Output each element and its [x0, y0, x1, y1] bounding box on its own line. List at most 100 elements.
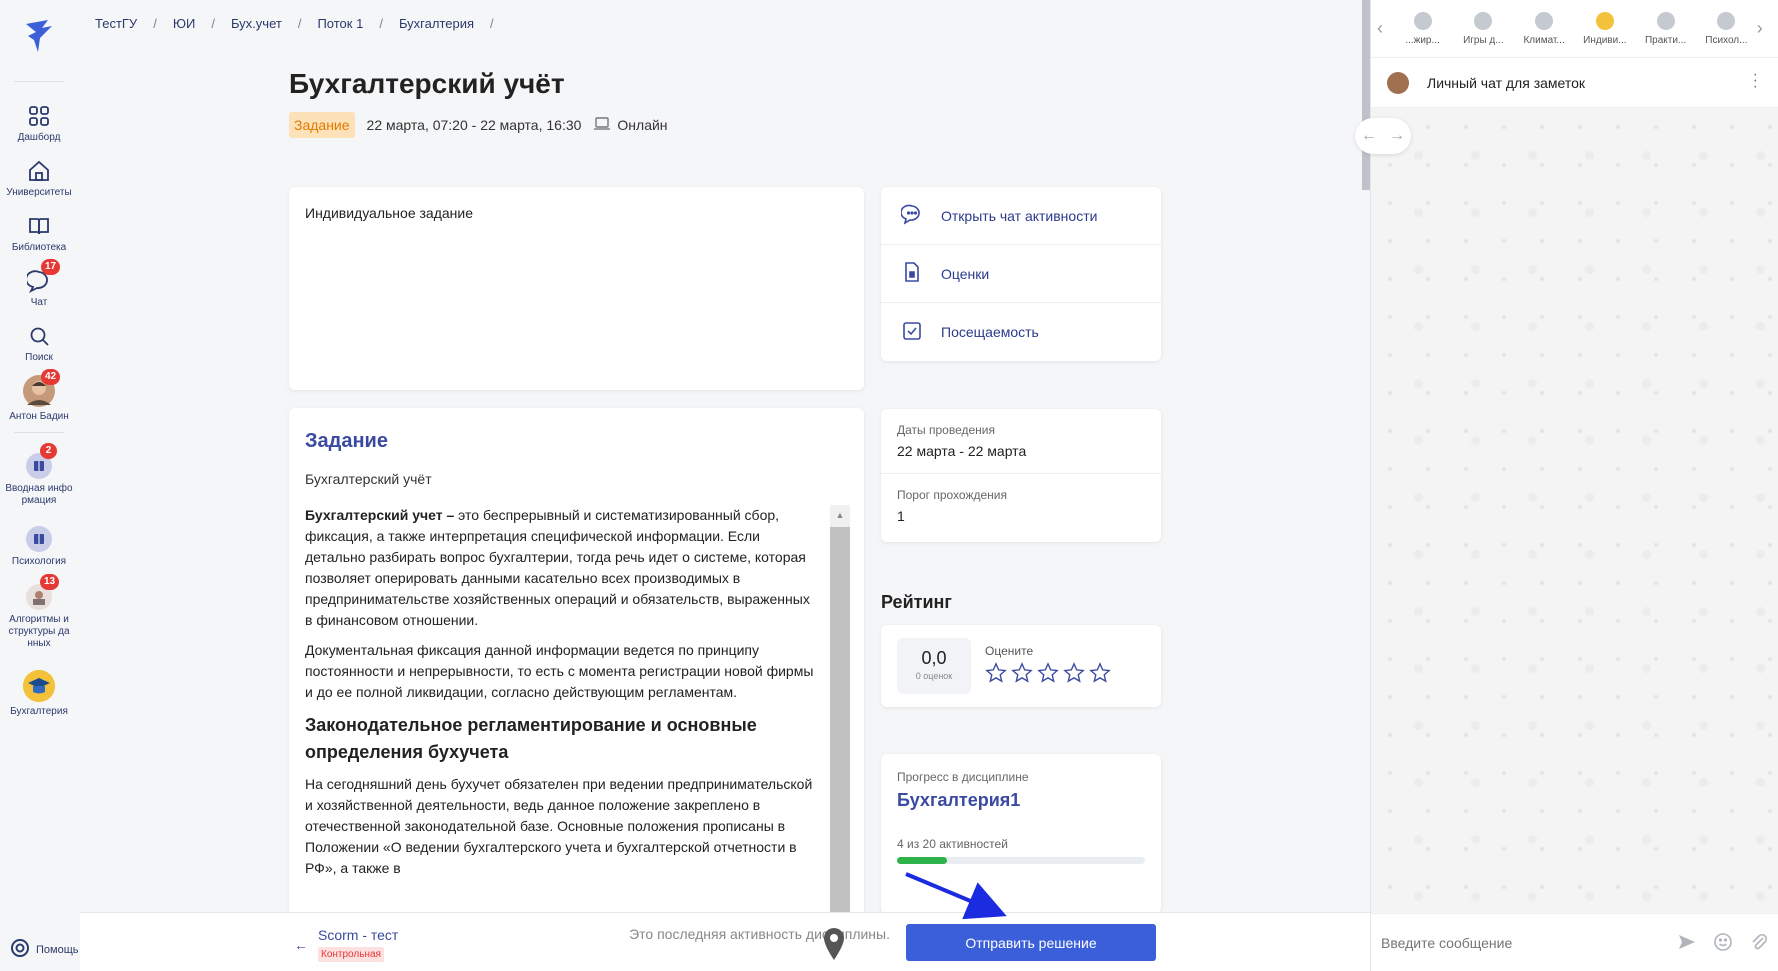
- chat-tab[interactable]: Практи...: [1635, 11, 1696, 46]
- breadcrumb-item[interactable]: ТестГУ: [95, 16, 137, 31]
- task-scrollbar[interactable]: ▲: [830, 505, 850, 965]
- help-button[interactable]: Помощь: [10, 938, 79, 961]
- send-icon[interactable]: [1677, 932, 1697, 957]
- star-rating[interactable]: [985, 661, 1111, 689]
- task-paragraph: Бухгалтерский учет – это беспрерывный и …: [305, 505, 815, 631]
- chat-tab-label: Практи...: [1644, 34, 1687, 46]
- search-icon: [27, 324, 51, 348]
- chevron-right-icon[interactable]: ›: [1757, 18, 1772, 39]
- task-card: Задание Бухгалтерский учёт Бухгалтерский…: [289, 408, 864, 971]
- emoji-icon[interactable]: [1713, 932, 1733, 957]
- star-icon[interactable]: [1089, 661, 1111, 689]
- scrollbar-thumb[interactable]: [830, 527, 850, 965]
- arrow-left-icon: ←: [294, 937, 308, 953]
- sidebar-course-psychology[interactable]: Психология: [0, 526, 78, 568]
- arrow-right-icon[interactable]: →: [1389, 127, 1405, 145]
- progress-label: Прогресс в дисциплине: [897, 770, 1029, 784]
- sidebar-course-label: Вводная инфо рмация: [5, 483, 73, 506]
- chat-history-nav: ← →: [1355, 118, 1411, 154]
- breadcrumb-item[interactable]: Бухгалтерия: [399, 16, 474, 31]
- more-vertical-icon[interactable]: · · ·: [1753, 67, 1758, 95]
- scroll-up-arrow-icon[interactable]: ▲: [830, 505, 850, 525]
- dates-value: 22 марта - 22 марта: [897, 443, 1027, 459]
- sidebar-course-label: Психология: [11, 556, 67, 567]
- task-content-scroll[interactable]: Бухгалтерский учет – это беспрерывный и …: [305, 505, 850, 965]
- sidebar-item-dashboard[interactable]: Дашборд: [0, 104, 78, 144]
- progress-bar-fill: [897, 857, 947, 864]
- task-content: Бухгалтерский учет – это беспрерывный и …: [305, 505, 815, 879]
- sidebar-item-search[interactable]: Поиск: [0, 324, 78, 364]
- breadcrumb-item[interactable]: Поток 1: [317, 16, 363, 31]
- checkbox-icon: [901, 320, 923, 345]
- sidebar-course-intro[interactable]: 2 Вводная инфо рмация: [0, 443, 78, 507]
- app-logo-icon[interactable]: [22, 18, 56, 54]
- user-avatar-icon: [1474, 11, 1493, 30]
- sidebar-item-chat[interactable]: 17 Чат: [0, 259, 78, 309]
- lifebuoy-icon: [10, 938, 30, 961]
- rate-widget: Оцените: [985, 644, 1111, 689]
- chat-header: Личный чат для заметок · · ·: [1371, 58, 1778, 108]
- breadcrumb-item[interactable]: ЮИ: [173, 16, 195, 31]
- graduation-cap-icon: [23, 670, 55, 702]
- book-icon: [27, 214, 51, 238]
- progress-count: 4 из 20 активностей: [897, 837, 1008, 851]
- chat-tab-label: Психол...: [1705, 34, 1748, 46]
- progress-bar: [897, 857, 1145, 864]
- annotation-arrow-icon: [905, 872, 1007, 920]
- chat-tab[interactable]: Индиви...: [1574, 11, 1635, 46]
- chat-title: Личный чат для заметок: [1427, 74, 1586, 91]
- arrow-left-icon[interactable]: ←: [1361, 127, 1377, 145]
- last-activity-note: Это последняя активность дисциплины.: [629, 926, 890, 942]
- task-term: Бухгалтерский учет –: [305, 507, 455, 523]
- chat-messages-area: [1371, 108, 1778, 913]
- dates-card: Даты проведения 22 марта - 22 марта Поро…: [881, 409, 1161, 542]
- star-icon[interactable]: [1011, 661, 1033, 689]
- message-input[interactable]: [1381, 931, 1651, 955]
- activity-meta: Задание 22 марта, 07:20 - 22 марта, 16:3…: [289, 112, 668, 138]
- sidebar-item-label: Библиотека: [11, 242, 67, 253]
- chat-tab[interactable]: Игры д...: [1453, 11, 1514, 46]
- chat-input-bar: [1371, 913, 1778, 971]
- page-scrollbar-thumb[interactable]: [1362, 0, 1370, 190]
- star-icon[interactable]: [985, 661, 1007, 689]
- chevron-left-icon[interactable]: ‹: [1377, 18, 1392, 39]
- dates-block: Даты проведения 22 марта - 22 марта: [881, 409, 1161, 474]
- previous-activity-title: Scorm - тест: [318, 927, 399, 943]
- activity-mode: Онлайн: [593, 116, 668, 134]
- sidebar-item-library[interactable]: Библиотека: [0, 214, 78, 254]
- rating-score-box: 0,0 0 оценок: [897, 638, 971, 694]
- sidebar-item-profile[interactable]: 42 Антон Бадин: [0, 369, 78, 423]
- grades-button[interactable]: Оценки: [881, 245, 1161, 303]
- previous-activity-tag: Контрольная: [318, 947, 384, 962]
- user-avatar-icon: [1535, 11, 1554, 30]
- mode-label: Онлайн: [617, 117, 668, 133]
- chat-tab-label: Индиви...: [1583, 34, 1627, 46]
- star-icon[interactable]: [1037, 661, 1059, 689]
- progress-discipline-name[interactable]: Бухгалтерия1: [897, 790, 1145, 811]
- user-avatar-icon: [1656, 11, 1675, 30]
- sidebar-item-label: Университеты: [6, 187, 72, 198]
- chat-tab-label: Игры д...: [1463, 34, 1504, 46]
- rating-score: 0,0: [921, 648, 947, 668]
- graduation-cap-icon: [1595, 11, 1614, 30]
- avatar: 42: [23, 369, 61, 407]
- sidebar-item-universities[interactable]: Университеты: [0, 159, 78, 199]
- open-activity-chat-button[interactable]: Открыть чат активности: [881, 187, 1161, 245]
- chat-tab[interactable]: ...жир...: [1392, 11, 1453, 46]
- rating-title: Рейтинг: [881, 592, 952, 612]
- task-heading: Задание: [305, 430, 388, 452]
- sidebar-course-accounting[interactable]: Бухгалтерия: [0, 670, 78, 718]
- activity-datetime: 22 марта, 07:20 - 22 марта, 16:30: [366, 117, 582, 133]
- attach-icon[interactable]: [1749, 932, 1769, 957]
- avatar: [1387, 71, 1409, 94]
- attendance-button[interactable]: Посещаемость: [881, 303, 1161, 361]
- sidebar-item-label: Чат: [30, 297, 48, 308]
- chat-tab[interactable]: Психол...: [1696, 11, 1757, 46]
- rating-card: 0,0 0 оценок Оцените: [881, 625, 1161, 707]
- star-icon[interactable]: [1063, 661, 1085, 689]
- sidebar-course-algorithms[interactable]: 13 Алгоритмы и структуры да нных: [0, 574, 78, 650]
- breadcrumb-item[interactable]: Бух.учет: [231, 16, 282, 31]
- previous-activity-link[interactable]: ← Scorm - тест Контрольная: [294, 927, 398, 962]
- task-paragraph-text: это беспрерывный и систематизированный с…: [305, 507, 810, 628]
- chat-tab[interactable]: Климат...: [1514, 11, 1575, 46]
